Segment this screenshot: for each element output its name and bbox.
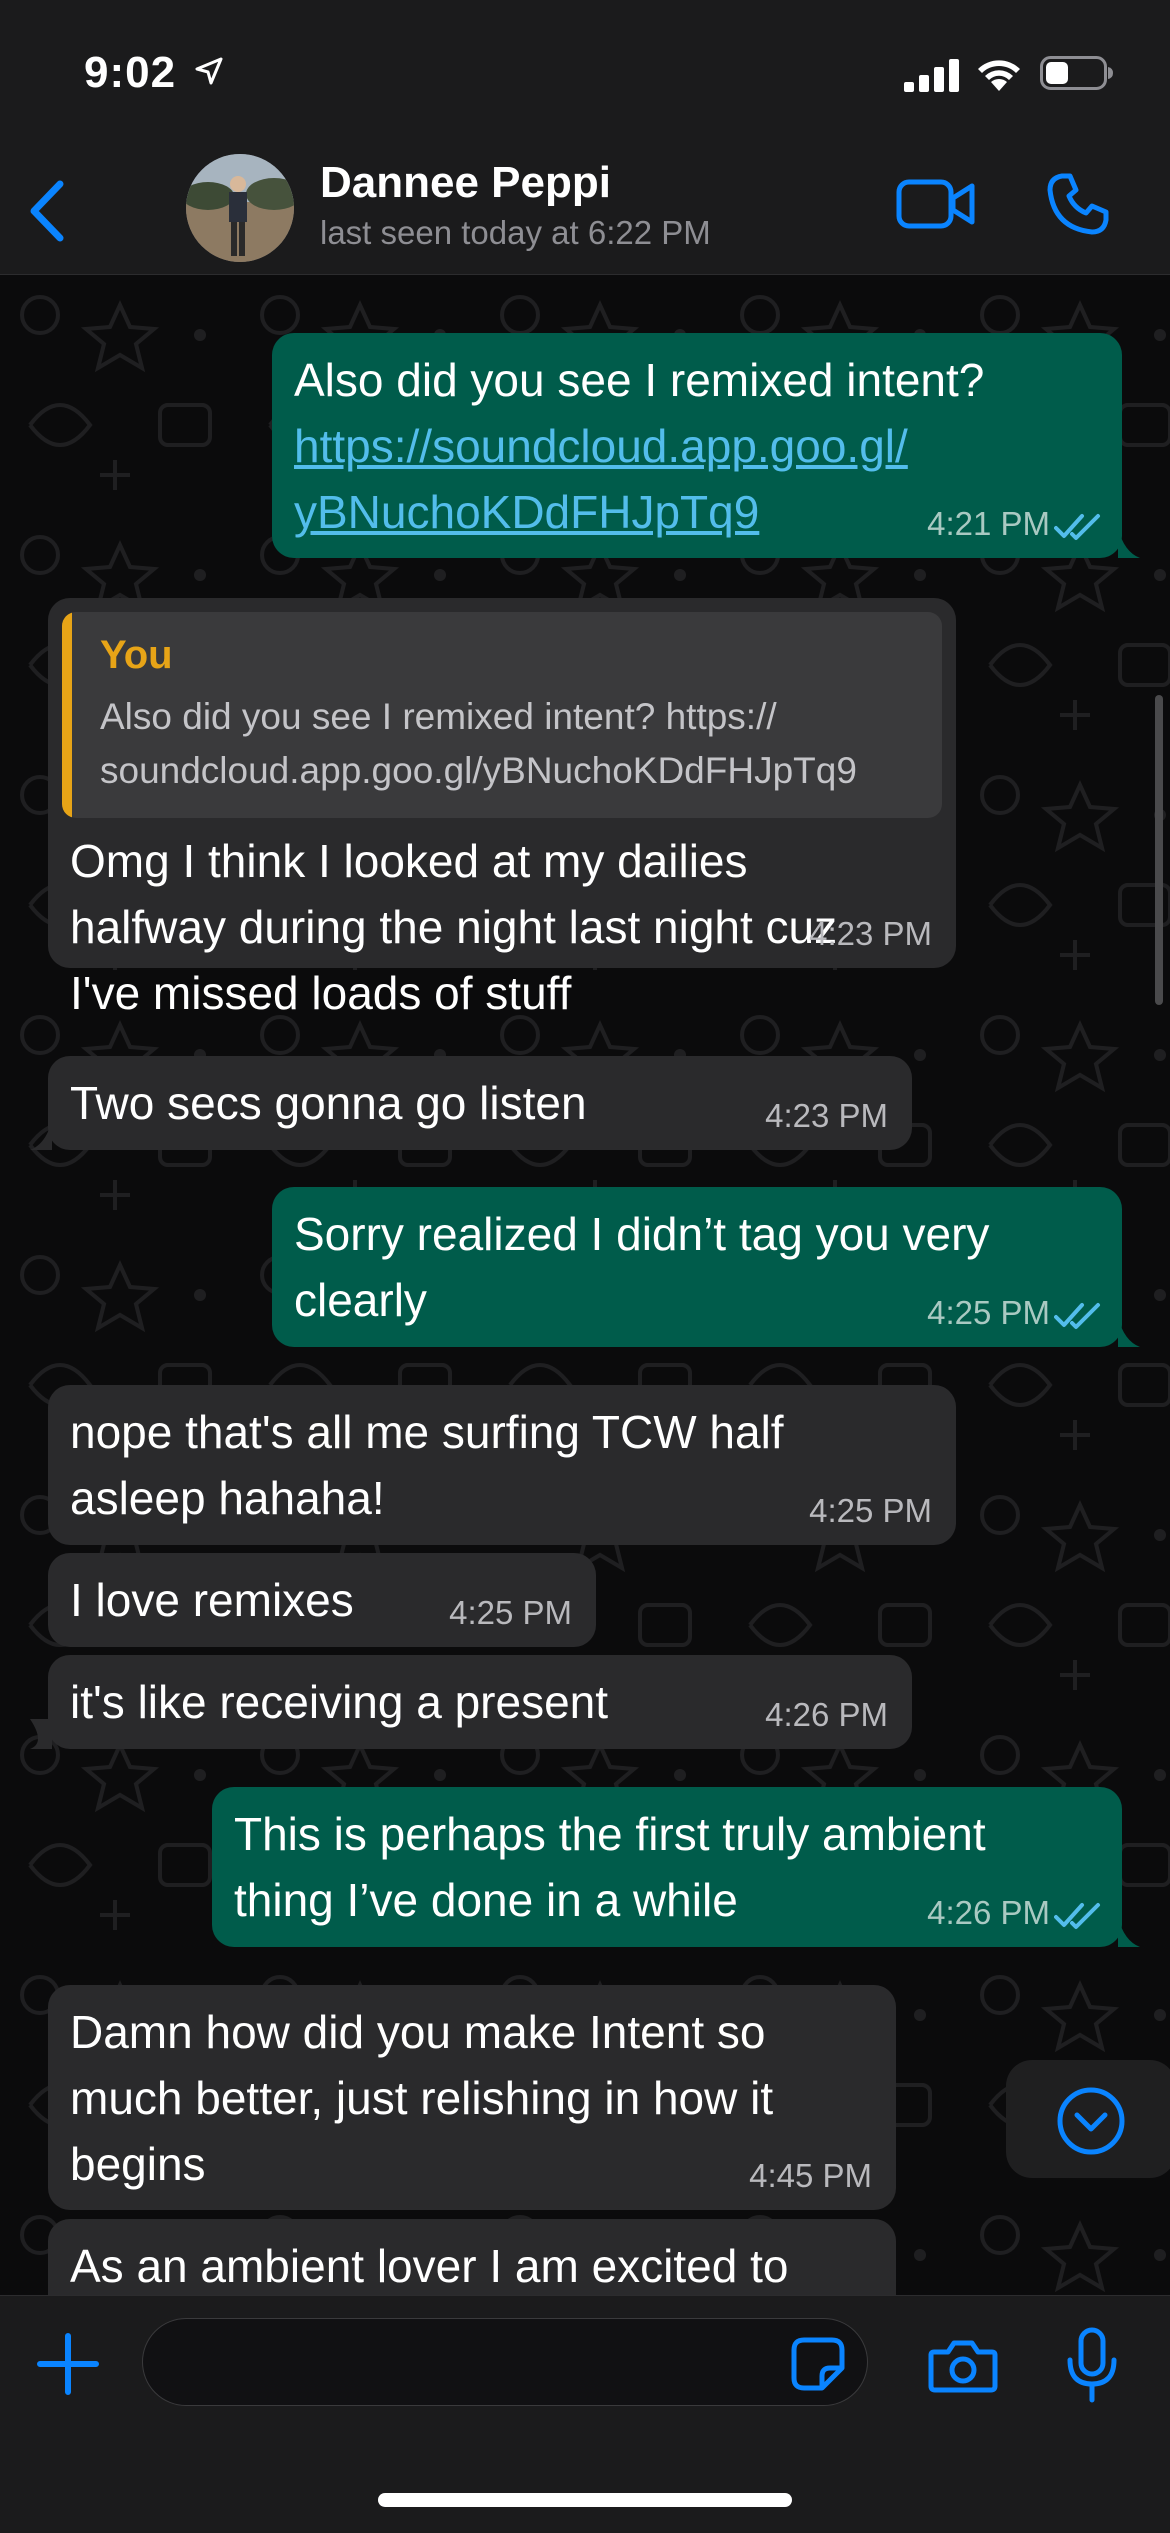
chat-header: Dannee Peppi last seen today at 6:22 PM bbox=[0, 150, 1170, 275]
incoming-message[interactable]: it's like receiving a present 4:26 PM bbox=[30, 1655, 912, 1749]
bubble-tail bbox=[1118, 528, 1140, 558]
message-text: nope that's all me surfing TCW half bbox=[70, 1406, 784, 1458]
contact-avatar[interactable] bbox=[186, 154, 294, 262]
message-text: As an ambient lover I am excited to bbox=[70, 2240, 789, 2292]
contact-last-seen: last seen today at 6:22 PM bbox=[320, 214, 711, 251]
incoming-message[interactable]: Two secs gonna go listen 4:23 PM bbox=[30, 1056, 912, 1150]
plus-icon[interactable] bbox=[36, 2332, 100, 2396]
message-text: I've missed loads of stuff bbox=[70, 967, 572, 1019]
microphone-icon[interactable] bbox=[1064, 2326, 1120, 2406]
bubble-tail bbox=[1118, 1317, 1140, 1347]
scroll-to-bottom-button[interactable] bbox=[1006, 2060, 1170, 2178]
sticker-icon[interactable] bbox=[790, 2336, 846, 2392]
message-text: Sorry realized I didn’t tag you very bbox=[294, 1208, 990, 1260]
incoming-message[interactable]: nope that's all me surfing TCW half asle… bbox=[48, 1385, 956, 1545]
bubble-tail bbox=[1118, 1917, 1140, 1947]
incoming-message[interactable]: I love remixes 4:25 PM bbox=[48, 1553, 596, 1647]
quoted-message[interactable]: You Also did you see I remixed intent? h… bbox=[62, 612, 942, 818]
message-text: halfway during the night last night cuz bbox=[70, 901, 838, 953]
message-time: 4:21 PM bbox=[927, 505, 1050, 542]
message-time: 4:45 PM bbox=[749, 2157, 872, 2194]
message-text: Also did you see I remixed intent? bbox=[294, 354, 985, 406]
message-link[interactable]: yBNuchoKDdFHJpTq9 bbox=[294, 479, 759, 545]
message-text: asleep hahaha! bbox=[70, 1472, 385, 1524]
incoming-message[interactable]: Damn how did you make Intent so much bet… bbox=[48, 1985, 896, 2210]
home-indicator[interactable] bbox=[378, 2493, 792, 2507]
status-time: 9:02 bbox=[84, 48, 177, 97]
back-chevron-icon[interactable] bbox=[22, 178, 72, 244]
chevron-down-circle-icon bbox=[1057, 2087, 1125, 2155]
status-bar: 9:02 bbox=[0, 0, 1170, 150]
contact-name[interactable]: Dannee Peppi bbox=[320, 158, 611, 208]
quote-line: Also did you see I remixed intent? https… bbox=[100, 696, 777, 737]
message-text: Omg I think I looked at my dailies bbox=[70, 835, 748, 887]
message-list[interactable]: Also did you see I remixed intent? https… bbox=[0, 275, 1170, 2295]
message-time: 4:25 PM bbox=[809, 1492, 932, 1529]
incoming-message[interactable]: As an ambient lover I am excited to bbox=[48, 2219, 896, 2295]
outgoing-message[interactable]: Sorry realized I didn’t tag you very cle… bbox=[272, 1187, 1140, 1347]
bubble-tail bbox=[30, 1719, 52, 1749]
outgoing-message[interactable]: This is perhaps the first truly ambient … bbox=[212, 1787, 1140, 1947]
message-time: 4:26 PM bbox=[927, 1894, 1050, 1931]
quote-author: You bbox=[100, 633, 173, 677]
message-link[interactable]: https://soundcloud.app.goo.gl/ bbox=[294, 413, 1098, 479]
read-receipt-icon bbox=[1054, 1903, 1100, 1929]
quote-line: soundcloud.app.goo.gl/yBNuchoKDdFHJpTq9 bbox=[100, 750, 857, 791]
bubble-tail bbox=[30, 1120, 52, 1150]
message-time: 4:23 PM bbox=[809, 915, 932, 952]
message-time: 4:26 PM bbox=[765, 1696, 888, 1733]
wifi-icon bbox=[978, 60, 1020, 91]
phone-call-icon[interactable] bbox=[1046, 172, 1110, 236]
location-arrow-icon bbox=[195, 57, 223, 85]
message-input[interactable] bbox=[142, 2318, 868, 2406]
message-time: 4:25 PM bbox=[449, 1594, 572, 1631]
message-text: much better, just relishing in how it bbox=[70, 2072, 774, 2124]
message-time: 4:25 PM bbox=[927, 1294, 1050, 1331]
video-call-icon[interactable] bbox=[896, 176, 976, 232]
scroll-indicator[interactable] bbox=[1155, 695, 1163, 1005]
read-receipt-icon bbox=[1054, 514, 1100, 540]
outgoing-message[interactable]: Also did you see I remixed intent? https… bbox=[272, 333, 1140, 558]
message-text: This is perhaps the first truly ambient bbox=[234, 1808, 986, 1860]
camera-icon[interactable] bbox=[928, 2338, 998, 2394]
incoming-message-reply[interactable]: You Also did you see I remixed intent? h… bbox=[48, 598, 956, 1019]
battery-icon bbox=[1040, 56, 1113, 90]
signal-icon bbox=[904, 59, 959, 92]
read-receipt-icon bbox=[1054, 1303, 1100, 1329]
message-text: Damn how did you make Intent so bbox=[70, 2006, 766, 2058]
quote-accent-bar bbox=[62, 612, 72, 818]
quote-text: Also did you see I remixed intent? https… bbox=[100, 690, 942, 798]
message-time: 4:23 PM bbox=[765, 1097, 888, 1134]
